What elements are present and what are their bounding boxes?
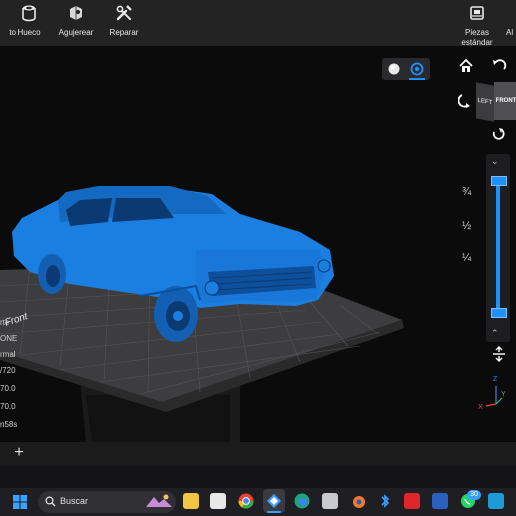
- layer-slider-bottom-handle[interactable]: [491, 308, 507, 318]
- info-row-4: /720: [0, 366, 16, 375]
- calculator-icon[interactable]: [322, 493, 338, 509]
- home-view-icon[interactable]: [458, 58, 474, 74]
- shaded-view-icon[interactable]: [386, 61, 402, 77]
- rotate-left-icon[interactable]: [458, 92, 474, 108]
- repair-label: Reparar: [109, 28, 139, 37]
- layer-slider-track[interactable]: [496, 178, 500, 314]
- layer-slider-top-handle[interactable]: [491, 176, 507, 186]
- slider-tick-three-quarter: ¾: [462, 186, 472, 198]
- notes-icon[interactable]: [488, 493, 504, 509]
- 3d-viewport[interactable]: Front rte ONE rmal /720 70.0 70.0 n58s: [0, 46, 516, 442]
- object-list-bar: [0, 442, 516, 466]
- search-placeholder: Buscar: [60, 496, 89, 506]
- slider-collapse-icon[interactable]: ⌄: [491, 156, 499, 167]
- add-object-button[interactable]: +: [11, 445, 27, 461]
- view-cube-left-face[interactable]: LEFT: [476, 82, 494, 122]
- search-highlight-icon: [146, 494, 172, 507]
- slider-expand-icon[interactable]: ⌃: [491, 328, 499, 339]
- start-icon[interactable]: [12, 494, 28, 510]
- scene: Front: [0, 186, 404, 442]
- repair-tools-icon: [116, 5, 132, 21]
- rotate-cw-icon[interactable]: [490, 126, 506, 142]
- store-icon[interactable]: [210, 493, 226, 509]
- standard-parts-label: Piezas: [464, 28, 489, 37]
- info-row-6: 70.0: [0, 402, 16, 411]
- word-icon[interactable]: [432, 493, 448, 509]
- notification-badge: 30: [467, 490, 481, 500]
- axis-y-label: Y: [501, 391, 506, 398]
- hollow-button[interactable]: Hueco: [14, 0, 44, 46]
- align-button[interactable]: Al: [506, 0, 516, 46]
- hollow-cylinder-icon: [22, 5, 36, 22]
- drill-hole-icon: [70, 6, 82, 20]
- info-row-2: ONE: [0, 334, 18, 343]
- slider-tick-quarter: ¼: [462, 252, 472, 264]
- active-app-indicator: [267, 511, 281, 513]
- status-strip: [0, 466, 516, 488]
- info-row-1: rte: [0, 318, 10, 327]
- pdf-icon[interactable]: [404, 493, 420, 509]
- app-window: to Hueco Agujerear Reparar Piezas estánd…: [0, 0, 516, 516]
- info-row-7: n58s: [0, 420, 18, 429]
- xray-view-icon[interactable]: [409, 61, 425, 77]
- file-explorer-icon[interactable]: [183, 493, 199, 509]
- axis-z-label: Z: [493, 376, 498, 383]
- bluetooth-icon[interactable]: [377, 493, 393, 509]
- drill-hole-label: Agujerear: [58, 28, 94, 37]
- split-layers-icon[interactable]: [491, 346, 507, 362]
- rotate-ccw-icon[interactable]: [491, 58, 507, 74]
- standard-parts-icon: [470, 6, 484, 20]
- axis-x-label: X: [478, 404, 483, 411]
- active-view-indicator: [409, 78, 425, 80]
- drill-hole-button[interactable]: Agujerear: [56, 0, 96, 46]
- slider-tick-half: ½: [462, 220, 472, 232]
- view-mode-toggle: [382, 58, 430, 80]
- axis-gizmo: Z Y X: [478, 376, 506, 411]
- app-icon[interactable]: [266, 493, 282, 509]
- search-icon: [45, 496, 56, 507]
- view-cube[interactable]: LEFT FRONT: [476, 82, 516, 122]
- blender-icon[interactable]: [350, 493, 366, 509]
- info-row-5: 70.0: [0, 384, 16, 393]
- repair-button[interactable]: Reparar: [106, 0, 142, 46]
- standard-parts-button[interactable]: Piezas estándar: [458, 0, 496, 47]
- chrome-icon[interactable]: [238, 493, 254, 509]
- align-label: Al: [506, 28, 514, 37]
- top-toolbar: to Hueco Agujerear Reparar Piezas estánd…: [0, 0, 516, 47]
- view-cube-front-face[interactable]: FRONT: [494, 82, 516, 120]
- hollow-label: Hueco: [17, 28, 41, 37]
- info-row-3: rmal: [0, 350, 16, 359]
- edge-icon[interactable]: [294, 493, 310, 509]
